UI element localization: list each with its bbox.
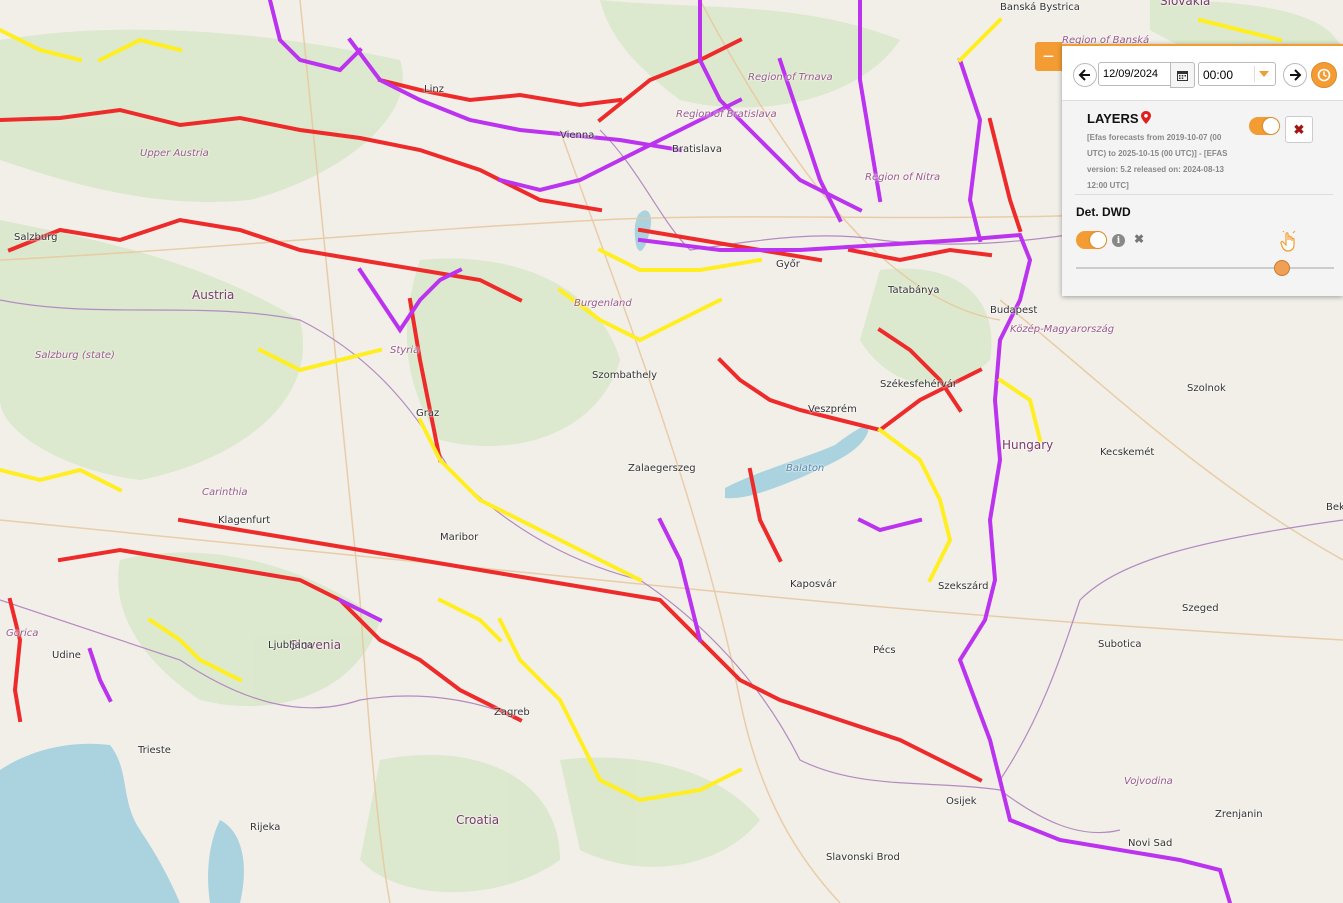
place-label: Zrenjanin [1215, 809, 1263, 820]
time-select[interactable]: 00:00 [1198, 62, 1276, 86]
place-label: Közép-Magyarország [1010, 324, 1115, 335]
place-label: Vojvodina [1124, 776, 1173, 787]
select-divider [1254, 66, 1255, 82]
place-label: Trieste [138, 745, 171, 756]
place-label: Gorica [6, 628, 39, 639]
place-label: Styria [390, 345, 420, 356]
layer-visibility-toggle[interactable] [1249, 117, 1280, 135]
place-label: Tatabánya [888, 285, 940, 296]
place-label: Szolnok [1187, 383, 1226, 394]
place-label: Linz [424, 84, 444, 95]
layer-name: Det. DWD [1076, 205, 1131, 219]
place-label: Slavonski Brod [826, 852, 900, 863]
place-label: Region of Nitra [865, 172, 941, 183]
place-label: Rijeka [250, 822, 281, 833]
place-label: Carinthia [202, 487, 248, 498]
place-label: Zagreb [494, 707, 530, 718]
layers-title: LAYERS [1087, 111, 1139, 126]
dwd-visibility-toggle[interactable] [1076, 231, 1107, 249]
place-label: Banská Bystrica [1000, 2, 1080, 13]
place-label: Burgenland [574, 298, 632, 309]
calendar-icon[interactable] [1170, 62, 1195, 88]
place-label: Balaton [786, 463, 825, 474]
hand-pointer-icon[interactable] [1280, 231, 1298, 253]
place-label: Region of Bratislava [676, 109, 777, 120]
place-label: Szekszárd [938, 581, 989, 592]
place-label: Graz [416, 408, 440, 419]
place-label: Székesfehérvár [880, 379, 957, 390]
place-label: Ljubljana [268, 640, 314, 651]
place-label: Region of Trnava [748, 72, 833, 83]
place-label: Vienna [560, 130, 595, 141]
info-icon[interactable]: i [1112, 234, 1125, 247]
place-label: Szombathely [592, 370, 658, 381]
place-label: Győr [776, 259, 800, 270]
divider [1075, 194, 1333, 195]
layer-description: [Efas forecasts from 2019-10-07 (00 UTC)… [1087, 133, 1228, 190]
time-toolbar: 00:00 [1062, 46, 1343, 101]
remove-layer-button[interactable]: ✖ [1285, 116, 1313, 143]
collapse-panel-button[interactable]: − [1035, 42, 1062, 71]
place-label: Szeged [1182, 603, 1219, 614]
place-label: Beke [1326, 502, 1343, 513]
place-label: Hungary [1002, 438, 1054, 452]
place-label: Klagenfurt [218, 515, 271, 526]
place-label: Upper Austria [140, 148, 209, 159]
time-value: 00:00 [1203, 68, 1234, 82]
place-label: Bratislava [672, 144, 722, 155]
control-panel: 00:00 LAYERS [Efas forecasts from 2019-1… [1062, 44, 1343, 296]
place-label: Budapest [990, 305, 1038, 316]
place-label: Osijek [946, 796, 977, 807]
map-pin-icon [1141, 111, 1151, 124]
place-label: Subotica [1098, 639, 1142, 650]
place-label: Croatia [456, 813, 500, 827]
place-label: Pécs [873, 645, 896, 656]
place-label: Salzburg [14, 232, 58, 243]
layers-section: LAYERS [Efas forecasts from 2019-10-07 (… [1062, 101, 1343, 296]
place-label: Kecskemét [1100, 447, 1155, 458]
place-label: Salzburg (state) [35, 350, 115, 361]
arrow-right-icon[interactable] [1283, 63, 1307, 87]
place-label: Austria [192, 288, 235, 302]
clear-layer-button[interactable]: ✖ [1134, 232, 1144, 246]
place-label: Zalaegerszeg [628, 463, 696, 474]
chevron-down-icon [1259, 71, 1269, 77]
place-label: Kaposvár [790, 579, 837, 590]
place-label: Slovakia [1160, 0, 1211, 8]
arrow-left-icon[interactable] [1073, 63, 1097, 87]
opacity-slider-track[interactable] [1076, 267, 1334, 269]
place-label: Udine [52, 650, 81, 661]
place-label: Novi Sad [1128, 838, 1173, 849]
place-label: Veszprém [808, 404, 857, 415]
clock-icon[interactable] [1311, 62, 1337, 88]
opacity-slider-handle[interactable] [1274, 260, 1291, 276]
place-label: Maribor [440, 532, 479, 543]
